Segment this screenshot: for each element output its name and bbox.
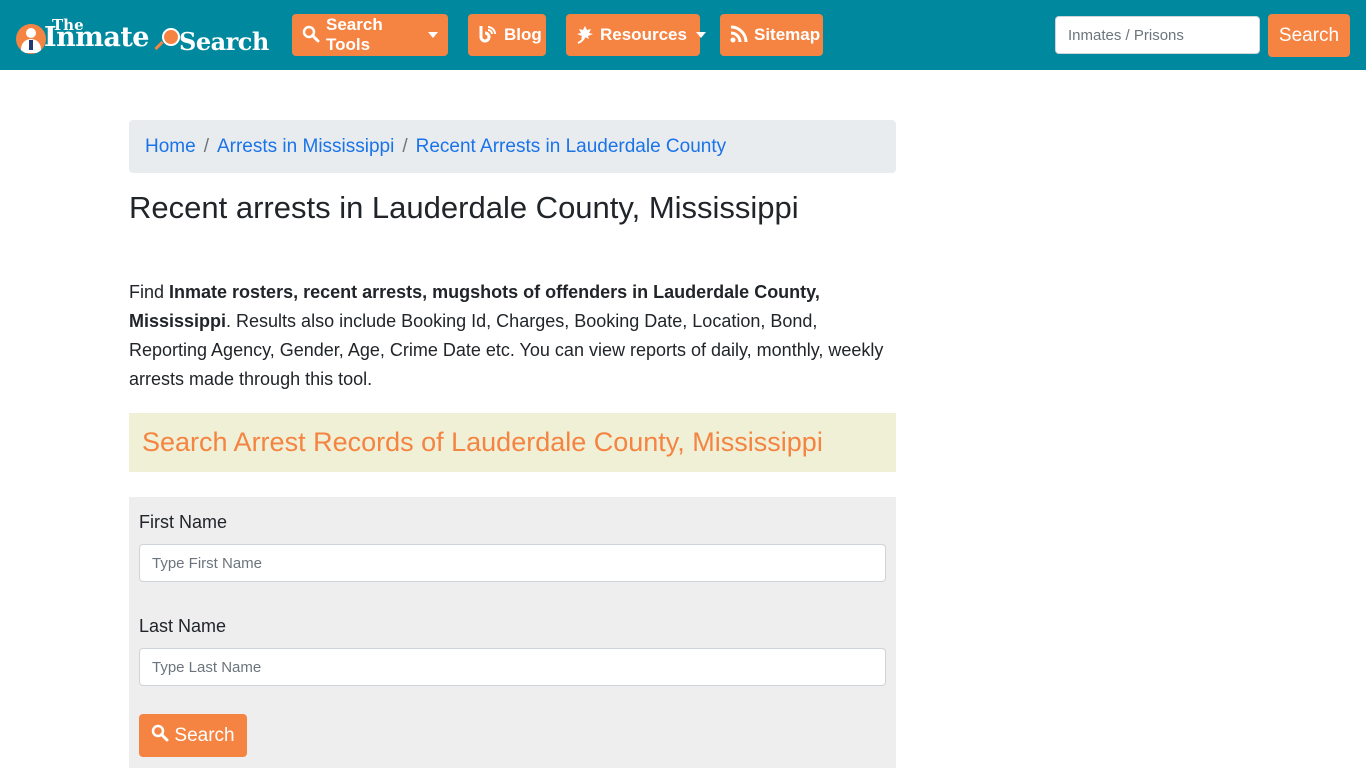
caret-down-icon bbox=[428, 32, 438, 38]
arrest-search-button-label: Search bbox=[174, 724, 235, 746]
page-title: Recent arrests in Lauderdale County, Mis… bbox=[129, 190, 799, 225]
search-section-banner: Search Arrest Records of Lauderdale Coun… bbox=[129, 413, 896, 472]
blog-icon bbox=[478, 24, 498, 47]
arrest-search-button[interactable]: Search bbox=[139, 714, 247, 757]
inmate-prison-search-input[interactable] bbox=[1055, 16, 1260, 54]
breadcrumb-separator: / bbox=[402, 135, 408, 157]
arrest-search-form: First Name Last Name Search bbox=[129, 497, 896, 768]
nav-sitemap[interactable]: Sitemap bbox=[720, 14, 823, 56]
rss-icon bbox=[730, 25, 748, 46]
leaf-icon bbox=[576, 24, 594, 47]
intro-prefix: Find bbox=[129, 282, 170, 302]
nav-resources[interactable]: Resources bbox=[566, 14, 706, 56]
first-name-input[interactable] bbox=[139, 544, 886, 582]
logo-text-search: Search bbox=[179, 27, 269, 56]
navbar: The Inmate Search Search Tools Blog Reso… bbox=[0, 0, 1366, 70]
search-section-heading: Search Arrest Records of Lauderdale Coun… bbox=[142, 427, 823, 457]
nav-search-button[interactable]: Search bbox=[1268, 14, 1350, 57]
breadcrumb-home[interactable]: Home bbox=[145, 136, 196, 158]
last-name-label: Last Name bbox=[139, 616, 227, 636]
nav-blog-label: Blog bbox=[504, 25, 542, 44]
search-icon bbox=[151, 724, 169, 747]
nav-sitemap-label: Sitemap bbox=[754, 25, 821, 44]
logo-text-inmate: Inmate bbox=[44, 22, 149, 53]
breadcrumb-arrests-mississippi[interactable]: Arrests in Mississippi bbox=[217, 136, 394, 158]
breadcrumb-separator: / bbox=[203, 135, 209, 157]
intro-suffix: . Results also include Booking Id, Charg… bbox=[129, 311, 884, 389]
nav-search-tools-label: Search Tools bbox=[326, 15, 383, 54]
nav-resources-label: Resources bbox=[600, 25, 687, 44]
nav-blog[interactable]: Blog bbox=[468, 14, 546, 56]
nav-search-tools[interactable]: Search Tools bbox=[292, 14, 448, 56]
caret-down-icon bbox=[695, 32, 706, 38]
intro-paragraph: Find Inmate rosters, recent arrests, mug… bbox=[129, 278, 899, 394]
breadcrumb-current[interactable]: Recent Arrests in Lauderdale County bbox=[416, 136, 727, 158]
site-logo[interactable]: The Inmate Search bbox=[14, 14, 270, 58]
breadcrumb: Home / Arrests in Mississippi / Recent A… bbox=[129, 120, 896, 173]
inmate-avatar-icon bbox=[16, 24, 46, 54]
first-name-label: First Name bbox=[139, 512, 228, 532]
magnifier-icon bbox=[162, 28, 180, 46]
last-name-input[interactable] bbox=[139, 648, 886, 686]
search-icon bbox=[302, 25, 320, 46]
